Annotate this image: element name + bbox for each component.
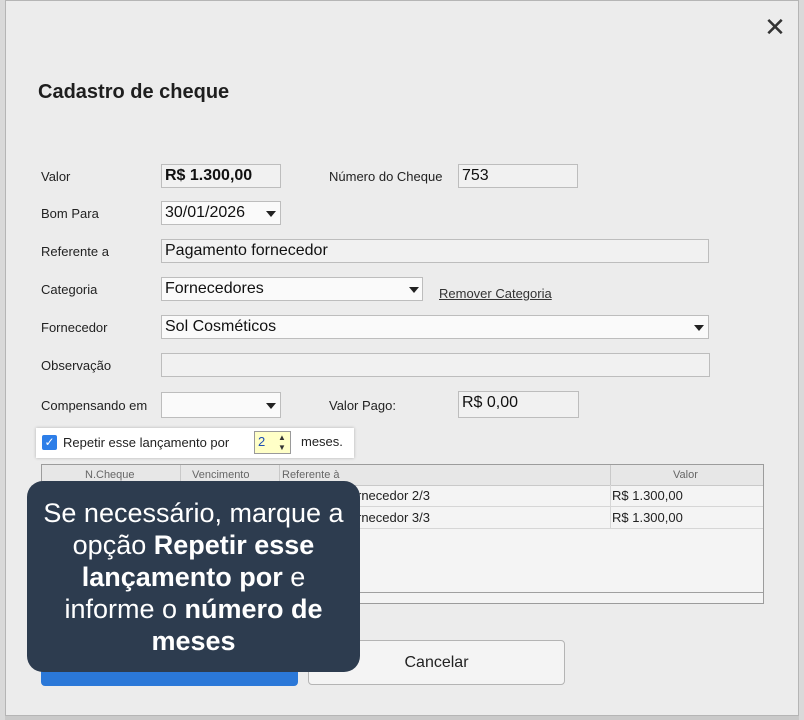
col-ncheque[interactable]: N.Cheque	[85, 469, 135, 481]
fornecedor-select[interactable]: Sol Cosméticos	[161, 315, 709, 339]
compensando-label: Compensando em	[41, 398, 148, 413]
chevron-down-icon[interactable]	[266, 211, 276, 217]
valor-label: Valor	[41, 169, 71, 184]
valor-pago-field[interactable]: R$ 0,00	[458, 391, 579, 418]
background-right	[799, 0, 804, 720]
repeat-option-highlight: ✓ Repetir esse lançamento por 2 ▲ ▼ mese…	[36, 428, 354, 458]
stepper-down-icon[interactable]: ▼	[278, 443, 286, 452]
months-suffix: meses.	[301, 434, 343, 449]
referente-label: Referente a	[41, 244, 109, 259]
close-icon[interactable]: ✕	[763, 14, 787, 40]
months-value: 2	[258, 434, 266, 449]
column-divider	[610, 507, 611, 528]
help-tooltip: Se necessário, marque a opção Repetir es…	[27, 481, 360, 672]
bom-para-value: 30/01/2026	[165, 204, 246, 221]
numero-cheque-label: Número do Cheque	[329, 169, 443, 184]
chevron-down-icon[interactable]	[266, 403, 276, 409]
col-vencimento[interactable]: Vencimento	[192, 469, 249, 481]
numero-cheque-field[interactable]: 753	[458, 164, 578, 188]
cell-referente: rnecedor 3/3	[357, 510, 430, 525]
chevron-down-icon[interactable]	[694, 325, 704, 331]
fornecedor-label: Fornecedor	[41, 320, 108, 335]
bom-para-datepicker[interactable]: 30/01/2026	[161, 201, 281, 225]
remover-categoria-link[interactable]: Remover Categoria	[439, 286, 552, 301]
valor-field[interactable]: R$ 1.300,00	[161, 164, 281, 188]
months-stepper[interactable]: 2 ▲ ▼	[254, 431, 291, 454]
chevron-down-icon[interactable]	[409, 287, 419, 293]
repeat-checkbox[interactable]: ✓	[42, 435, 57, 450]
observacao-field[interactable]	[161, 353, 710, 377]
categoria-value: Fornecedores	[165, 280, 264, 297]
valor-pago-label: Valor Pago:	[329, 398, 396, 413]
bom-para-label: Bom Para	[41, 206, 99, 221]
cell-valor: R$ 1.300,00	[612, 488, 683, 503]
column-divider	[610, 485, 611, 506]
observacao-label: Observação	[41, 358, 112, 373]
col-referente[interactable]: Referente à	[282, 469, 339, 481]
compensando-select[interactable]	[161, 392, 281, 418]
column-divider	[610, 465, 611, 485]
col-valor[interactable]: Valor	[673, 469, 698, 481]
fornecedor-value: Sol Cosméticos	[165, 318, 277, 335]
categoria-label: Categoria	[41, 282, 98, 297]
cell-valor: R$ 1.300,00	[612, 510, 683, 525]
referente-field[interactable]: Pagamento fornecedor	[161, 239, 709, 263]
categoria-select[interactable]: Fornecedores	[161, 277, 423, 301]
stepper-up-icon[interactable]: ▲	[278, 433, 286, 442]
cell-referente: rnecedor 2/3	[357, 488, 430, 503]
dialog-title: Cadastro de cheque	[38, 81, 230, 103]
repeat-label: Repetir esse lançamento por	[63, 435, 230, 450]
